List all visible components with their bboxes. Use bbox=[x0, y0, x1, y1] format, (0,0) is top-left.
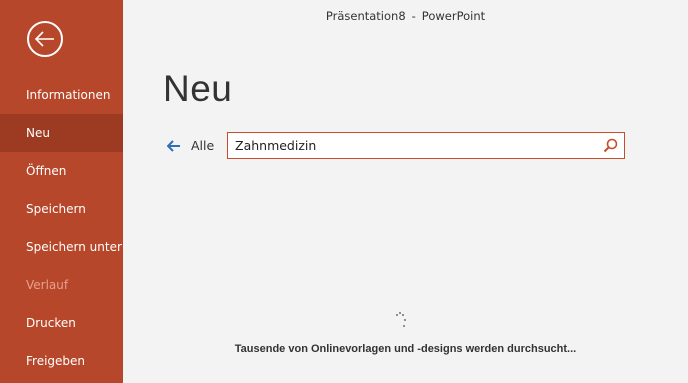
back-arrow-icon bbox=[35, 31, 54, 47]
back-to-all-link[interactable]: Alle bbox=[167, 138, 214, 153]
left-arrow-icon bbox=[167, 139, 180, 152]
template-search-input[interactable] bbox=[228, 133, 598, 158]
backstage-sidebar: Informationen Neu Öffnen Speichern Speic… bbox=[0, 0, 123, 383]
sidebar-item-oeffnen[interactable]: Öffnen bbox=[0, 152, 123, 190]
sidebar-item-speichern-unter[interactable]: Speichern unter bbox=[0, 228, 123, 266]
search-icon[interactable] bbox=[603, 138, 618, 153]
sidebar-item-freigeben[interactable]: Freigeben bbox=[0, 342, 123, 380]
sidebar-item-speichern[interactable]: Speichern bbox=[0, 190, 123, 228]
app-name: PowerPoint bbox=[421, 9, 486, 23]
sidebar-item-drucken[interactable]: Drucken bbox=[0, 304, 123, 342]
page-title: Neu bbox=[163, 68, 233, 109]
sidebar-item-informationen[interactable]: Informationen bbox=[0, 76, 123, 114]
back-to-all-label: Alle bbox=[191, 138, 215, 153]
main-panel: Präsentation8-PowerPoint Neu Alle Tausen bbox=[123, 0, 688, 383]
sidebar-item-verlauf: Verlauf bbox=[26, 278, 69, 292]
sidebar-nav: Informationen Neu Öffnen Speichern Speic… bbox=[0, 76, 123, 380]
loading-spinner-icon bbox=[395, 312, 409, 330]
search-status-text: Tausende von Onlinevorlagen und -designs… bbox=[234, 343, 577, 355]
title-separator: - bbox=[411, 9, 416, 23]
app-window: Informationen Neu Öffnen Speichern Speic… bbox=[0, 0, 688, 383]
document-name: Präsentation8 bbox=[325, 9, 406, 23]
sidebar-item-neu[interactable]: Neu bbox=[0, 114, 123, 152]
back-button[interactable] bbox=[27, 21, 63, 57]
template-search-box bbox=[227, 132, 625, 159]
window-title: Präsentation8- PowerPoint bbox=[123, 9, 688, 23]
